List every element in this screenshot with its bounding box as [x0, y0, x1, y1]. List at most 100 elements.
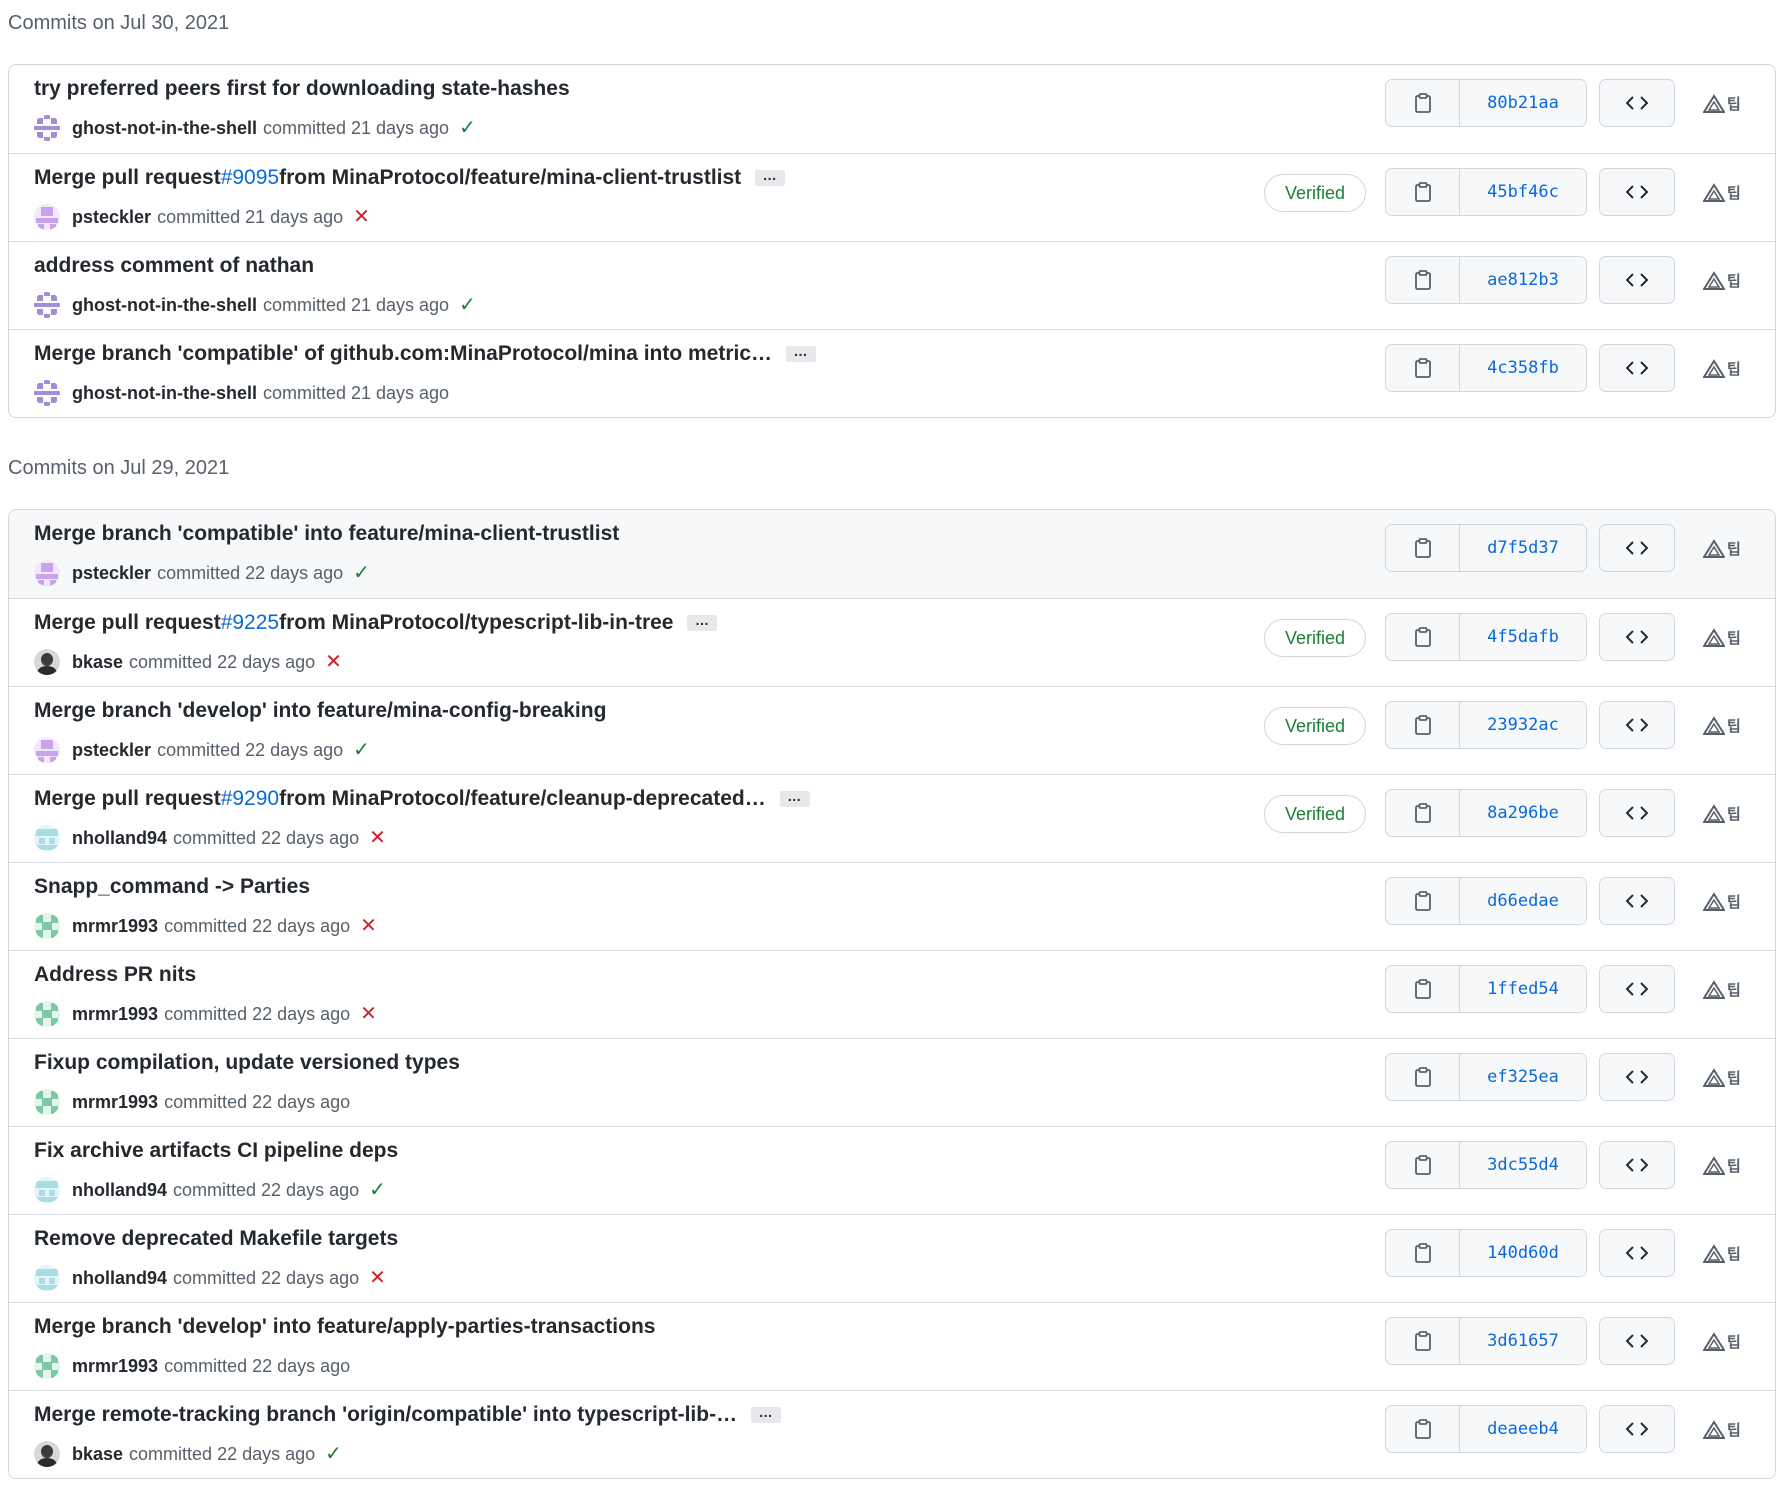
commit-message[interactable]: Merge branch 'develop' into feature/mina…: [34, 699, 606, 723]
browse-repo-button[interactable]: [1599, 1141, 1675, 1189]
commit-message[interactable]: address comment of nathan: [34, 254, 314, 278]
commit-title[interactable]: Fixup compilation, update versioned type…: [34, 1051, 460, 1075]
copy-sha-button[interactable]: [1386, 790, 1460, 836]
check-icon[interactable]: ✓: [369, 1180, 386, 1200]
commit-author[interactable]: mrmr1993: [72, 1004, 158, 1025]
commit-sha-link[interactable]: 80b21aa: [1460, 80, 1586, 126]
x-icon[interactable]: ✕: [369, 828, 386, 848]
commit-title[interactable]: Merge branch 'develop' into feature/appl…: [34, 1315, 655, 1339]
browse-repo-button[interactable]: [1599, 524, 1675, 572]
browse-repo-button[interactable]: [1599, 1053, 1675, 1101]
avatar[interactable]: [34, 115, 60, 141]
copy-sha-button[interactable]: [1386, 966, 1460, 1012]
commit-message[interactable]: Merge branch 'develop' into feature/appl…: [34, 1315, 655, 1339]
pull-request-link[interactable]: #9290: [221, 787, 279, 811]
extension-icon[interactable]: 팁: [1703, 715, 1741, 736]
commit-message[interactable]: Address PR nits: [34, 963, 196, 987]
commit-author[interactable]: ghost-not-in-the-shell: [72, 118, 257, 139]
avatar[interactable]: [34, 1441, 60, 1467]
avatar[interactable]: [34, 560, 60, 586]
copy-sha-button[interactable]: [1386, 614, 1460, 660]
commit-author[interactable]: mrmr1993: [72, 1356, 158, 1377]
check-icon[interactable]: ✓: [459, 295, 476, 315]
commit-sha-link[interactable]: 3d61657: [1460, 1318, 1586, 1364]
avatar[interactable]: [34, 1089, 60, 1115]
commit-sha-link[interactable]: ef325ea: [1460, 1054, 1586, 1100]
x-icon[interactable]: ✕: [353, 207, 370, 227]
browse-repo-button[interactable]: [1599, 877, 1675, 925]
extension-icon[interactable]: 팁: [1703, 93, 1741, 114]
extension-icon[interactable]: 팁: [1703, 891, 1741, 912]
commit-author[interactable]: mrmr1993: [72, 1092, 158, 1113]
avatar[interactable]: [34, 1353, 60, 1379]
x-icon[interactable]: ✕: [369, 1268, 386, 1288]
check-icon[interactable]: ✓: [353, 563, 370, 583]
commit-title[interactable]: Merge pull request #9225 from MinaProtoc…: [34, 611, 718, 635]
commit-message[interactable]: Snapp_command -> Parties: [34, 875, 310, 899]
browse-repo-button[interactable]: [1599, 613, 1675, 661]
commit-message-rest[interactable]: from MinaProtocol/typescript-lib-in-tree: [279, 611, 673, 635]
avatar[interactable]: [34, 292, 60, 318]
copy-sha-button[interactable]: [1386, 169, 1460, 215]
commit-author[interactable]: psteckler: [72, 563, 151, 584]
commit-message[interactable]: Merge pull request: [34, 611, 221, 635]
copy-sha-button[interactable]: [1386, 525, 1460, 571]
browse-repo-button[interactable]: [1599, 789, 1675, 837]
extension-icon[interactable]: 팁: [1703, 979, 1741, 1000]
commit-message[interactable]: Merge branch 'compatible' of github.com:…: [34, 342, 772, 366]
commit-author[interactable]: psteckler: [72, 740, 151, 761]
commit-sha-link[interactable]: 3dc55d4: [1460, 1142, 1586, 1188]
commit-sha-link[interactable]: ae812b3: [1460, 257, 1586, 303]
avatar[interactable]: [34, 1265, 60, 1291]
extension-icon[interactable]: 팁: [1703, 270, 1741, 291]
commit-sha-link[interactable]: deaeeb4: [1460, 1406, 1586, 1452]
extension-icon[interactable]: 팁: [1703, 182, 1741, 203]
browse-repo-button[interactable]: [1599, 168, 1675, 216]
pull-request-link[interactable]: #9095: [221, 166, 279, 190]
avatar[interactable]: [34, 737, 60, 763]
commit-author[interactable]: nholland94: [72, 1180, 167, 1201]
commit-message[interactable]: Merge branch 'compatible' into feature/m…: [34, 522, 619, 546]
commit-title[interactable]: Merge branch 'develop' into feature/mina…: [34, 699, 606, 723]
browse-repo-button[interactable]: [1599, 1317, 1675, 1365]
verified-badge[interactable]: Verified: [1264, 707, 1366, 745]
commit-message[interactable]: Fix archive artifacts CI pipeline deps: [34, 1139, 398, 1163]
commit-title[interactable]: Address PR nits: [34, 963, 196, 987]
verified-badge[interactable]: Verified: [1264, 619, 1366, 657]
commit-message[interactable]: Merge pull request: [34, 787, 221, 811]
extension-icon[interactable]: 팁: [1703, 1419, 1741, 1440]
commit-sha-link[interactable]: 45bf46c: [1460, 169, 1586, 215]
commit-title[interactable]: Merge remote-tracking branch 'origin/com…: [34, 1403, 782, 1427]
browse-repo-button[interactable]: [1599, 701, 1675, 749]
browse-repo-button[interactable]: [1599, 79, 1675, 127]
commit-sha-link[interactable]: 140d60d: [1460, 1230, 1586, 1276]
commit-sha-link[interactable]: d66edae: [1460, 878, 1586, 924]
avatar[interactable]: [34, 649, 60, 675]
commit-title[interactable]: Remove deprecated Makefile targets: [34, 1227, 398, 1251]
check-icon[interactable]: ✓: [459, 118, 476, 138]
commit-title[interactable]: address comment of nathan: [34, 254, 314, 278]
commit-author[interactable]: ghost-not-in-the-shell: [72, 383, 257, 404]
extension-icon[interactable]: 팁: [1703, 538, 1741, 559]
copy-sha-button[interactable]: [1386, 345, 1460, 391]
commit-sha-link[interactable]: 4c358fb: [1460, 345, 1586, 391]
commit-title[interactable]: Merge pull request #9095 from MinaProtoc…: [34, 166, 786, 190]
commit-title[interactable]: Merge pull request #9290 from MinaProtoc…: [34, 787, 810, 811]
copy-sha-button[interactable]: [1386, 1406, 1460, 1452]
browse-repo-button[interactable]: [1599, 344, 1675, 392]
copy-sha-button[interactable]: [1386, 1318, 1460, 1364]
browse-repo-button[interactable]: [1599, 256, 1675, 304]
expand-message-button[interactable]: …: [751, 1405, 782, 1423]
avatar[interactable]: [34, 1177, 60, 1203]
commit-title[interactable]: Fix archive artifacts CI pipeline deps: [34, 1139, 398, 1163]
expand-message-button[interactable]: …: [687, 613, 718, 631]
x-icon[interactable]: ✕: [360, 1004, 377, 1024]
commit-message[interactable]: Merge pull request: [34, 166, 221, 190]
commit-author[interactable]: ghost-not-in-the-shell: [72, 295, 257, 316]
copy-sha-button[interactable]: [1386, 702, 1460, 748]
commit-title[interactable]: Merge branch 'compatible' of github.com:…: [34, 342, 817, 366]
browse-repo-button[interactable]: [1599, 1229, 1675, 1277]
commit-author[interactable]: bkase: [72, 1444, 123, 1465]
avatar[interactable]: [34, 825, 60, 851]
extension-icon[interactable]: 팁: [1703, 1331, 1741, 1352]
